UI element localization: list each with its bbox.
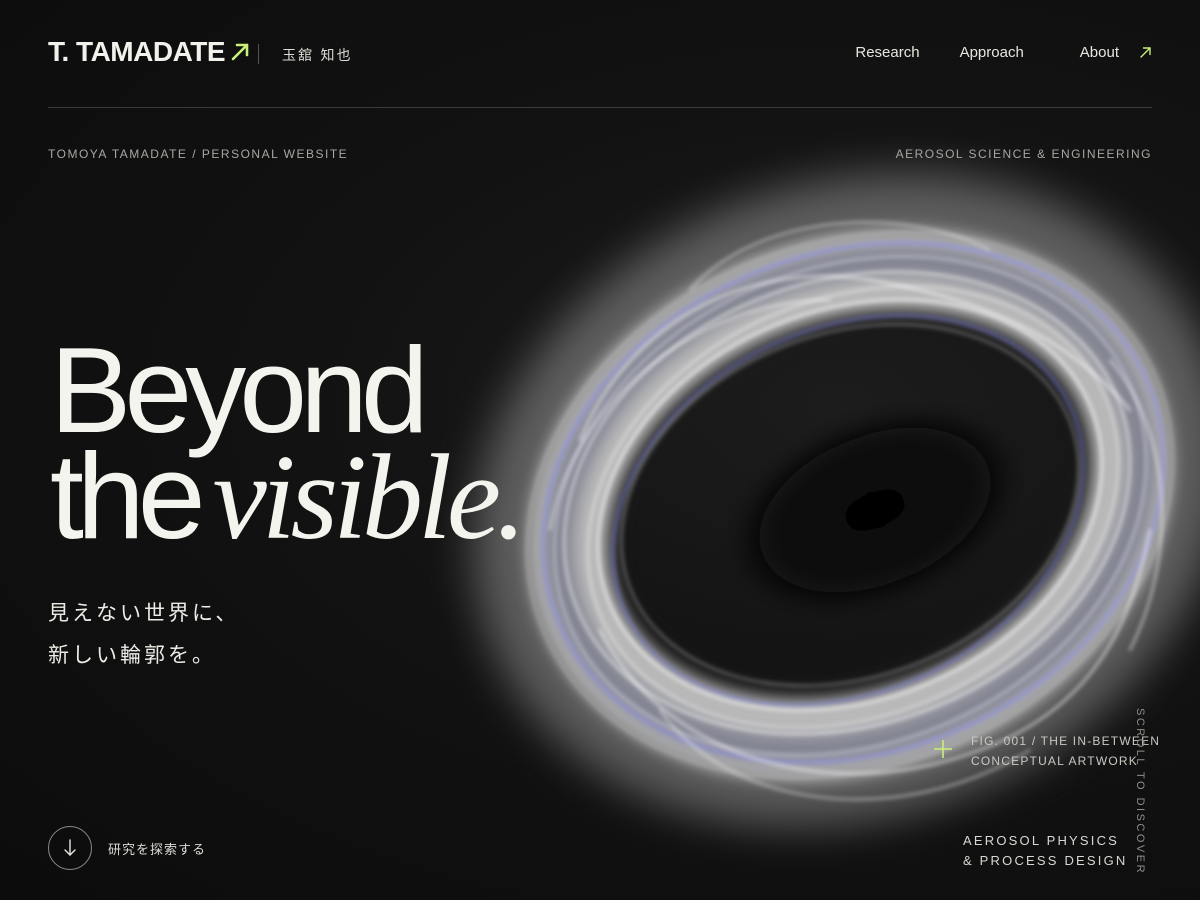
cta-label: 研究を探索する: [108, 842, 207, 858]
figure-caption-line-2: CONCEPTUAL ARTWORK: [971, 754, 1138, 768]
research-field-line-2: & PROCESS DESIGN: [963, 853, 1128, 868]
hero-line-2: the visible.: [50, 435, 527, 559]
site-header: T. TAMADATE 玉舘 知也 Research Approach Abou…: [48, 0, 1152, 108]
cta-circle[interactable]: [48, 826, 92, 870]
research-field-label: AEROSOL PHYSICS & PROCESS DESIGN: [963, 831, 1128, 871]
figure-caption-line-1: FIG. 001 / THE IN-BETWEEN: [971, 734, 1161, 748]
jp-copy-line-2: 新しい輪郭を。: [48, 643, 216, 667]
figure-caption: FIG. 001 / THE IN-BETWEEN CONCEPTUAL ART…: [971, 731, 1160, 771]
logo-divider: [258, 44, 259, 64]
name-japanese: 玉舘 知也: [282, 48, 353, 64]
hero-heading: Beyond the visible.: [50, 329, 527, 559]
logo-link[interactable]: T. TAMADATE: [48, 36, 251, 68]
nav-link-research[interactable]: Research: [855, 44, 919, 61]
smoke-torus-artwork: [473, 174, 1200, 826]
hero-word-the: the: [50, 428, 206, 564]
hero-japanese-copy: 見えない世界に、 新しい輪郭を。: [48, 592, 239, 676]
plus-icon: [934, 740, 952, 758]
page: T. TAMADATE 玉舘 知也 Research Approach Abou…: [0, 0, 1200, 900]
jp-copy-line-1: 見えない世界に、: [48, 601, 240, 625]
site-subtitle: TOMOYA TAMADATE / PERSONAL WEBSITE: [48, 147, 349, 161]
explore-research-button[interactable]: 研究を探索する: [48, 826, 206, 870]
nav-link-about[interactable]: About: [1080, 44, 1119, 61]
main-nav: Research Approach About: [855, 44, 1152, 61]
arrow-up-right-icon[interactable]: [1139, 46, 1152, 59]
arrow-down-icon: [64, 839, 76, 856]
hero-word-visible: visible.: [212, 430, 527, 565]
research-field-line-1: AEROSOL PHYSICS: [963, 833, 1120, 848]
arrow-up-right-icon: [231, 43, 249, 61]
nav-link-approach[interactable]: Approach: [960, 44, 1024, 61]
logo-text: T. TAMADATE: [48, 36, 226, 67]
scroll-hint: SCROLL TO DISCOVER: [1134, 708, 1146, 873]
